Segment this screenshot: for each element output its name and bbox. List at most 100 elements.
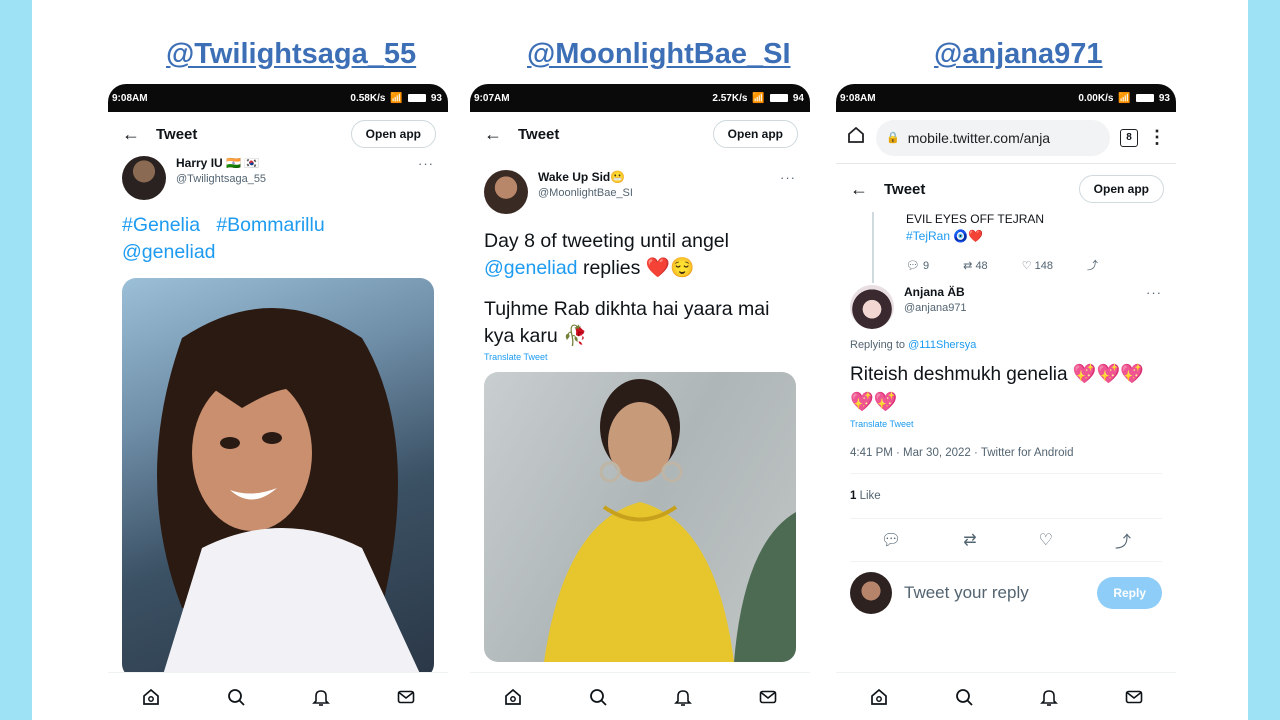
tweet-text: Riteish deshmukh genelia 💖💖💖💖💖 xyxy=(850,364,1144,413)
hashtag-link[interactable]: #TejRan xyxy=(906,229,950,243)
avatar[interactable] xyxy=(850,285,894,329)
reply-input[interactable]: Tweet your reply xyxy=(904,583,1085,603)
header-handle-3: @anjana971 xyxy=(934,38,1103,70)
status-time: 9:08AM xyxy=(112,92,148,104)
mention-link[interactable]: @geneliad xyxy=(122,241,216,263)
like-heart-icon[interactable]: ♡ xyxy=(1039,530,1053,550)
status-time: 9:08AM xyxy=(840,92,876,104)
app-bar-title: Tweet xyxy=(518,125,560,143)
open-app-button[interactable]: Open app xyxy=(1078,175,1164,203)
reply-count: 9 xyxy=(923,259,930,272)
home-icon[interactable] xyxy=(500,684,526,710)
status-icons: 2.57K/s 📶 94 xyxy=(712,93,804,104)
hashtag-link[interactable]: #Bommarillu xyxy=(216,214,324,236)
notifications-bell-icon[interactable] xyxy=(670,684,696,710)
author-username: @Twilightsaga_55 xyxy=(176,173,267,185)
reply-action[interactable]: 💬︎ 9 xyxy=(906,259,929,272)
tweet-text: Day 8 of tweeting until angel @geneliad … xyxy=(470,228,810,282)
parent-tweet-text: EVIL EYES OFF TEJRAN xyxy=(906,212,1045,226)
status-bar: 9:08AM 0.00K/s 📶 93 xyxy=(836,84,1176,112)
retweet-count: 48 xyxy=(975,259,988,272)
home-icon[interactable] xyxy=(138,684,164,710)
header-handle-1: @Twilightsaga_55 xyxy=(166,38,417,70)
bottom-navigation xyxy=(836,672,1176,720)
retweet-icon[interactable]: ⇄ xyxy=(963,530,976,550)
home-icon[interactable] xyxy=(866,684,892,710)
battery-icon xyxy=(1135,94,1154,102)
search-icon[interactable] xyxy=(585,684,611,710)
phone-screenshot-2: 9:07AM 2.57K/s 📶 94 ← Tweet Open app Wak… xyxy=(470,84,810,720)
parent-tweet[interactable]: EVIL EYES OFF TEJRAN #TejRan 🧿❤️ 💬︎ 9 ⇄ … xyxy=(872,212,1176,283)
more-options-icon[interactable]: ··· xyxy=(1146,285,1162,329)
messages-mail-icon[interactable] xyxy=(1121,684,1147,710)
tweet-photo[interactable] xyxy=(122,278,434,678)
back-arrow-icon[interactable]: ← xyxy=(484,124,518,145)
notifications-bell-icon[interactable] xyxy=(1036,684,1062,710)
battery-level: 93 xyxy=(1158,92,1170,104)
hashtag-link[interactable]: #Genelia xyxy=(122,214,200,236)
tabs-count-icon[interactable]: 8 xyxy=(1120,128,1138,147)
avatar[interactable] xyxy=(122,156,166,200)
share-icon[interactable]: ⤴ xyxy=(1087,257,1098,273)
mention-link[interactable]: @geneliad xyxy=(484,257,578,279)
wifi-icon: 📶 xyxy=(390,92,403,104)
messages-mail-icon[interactable] xyxy=(755,684,781,710)
browser-toolbar: 🔒 mobile.twitter.com/anja 8 ⋮ xyxy=(836,112,1176,164)
avatar[interactable] xyxy=(484,170,528,214)
tweet-text-second: Tujhme Rab dikhta hai yaara mai kya karu… xyxy=(484,298,770,347)
share-icon[interactable]: ⤴ xyxy=(1115,528,1131,552)
open-app-button[interactable]: Open app xyxy=(350,120,436,148)
tweet-photo[interactable] xyxy=(484,372,796,662)
open-app-button[interactable]: Open app xyxy=(712,120,798,148)
status-time: 9:07AM xyxy=(474,92,510,104)
messages-mail-icon[interactable] xyxy=(393,684,419,710)
back-arrow-icon[interactable]: ← xyxy=(850,179,884,200)
back-arrow-icon[interactable]: ← xyxy=(122,124,156,145)
retweet-action[interactable]: ⇄ 48 xyxy=(963,259,988,272)
battery-level: 93 xyxy=(430,92,442,104)
url-text: mobile.twitter.com/anja xyxy=(907,129,1051,146)
like-count: 148 xyxy=(1034,259,1053,272)
tweet-app-bar: ← Tweet Open app xyxy=(836,166,1176,212)
like-action[interactable]: ♡ 148 xyxy=(1022,259,1053,272)
author-username: @anjana971 xyxy=(904,302,967,314)
photo-illustration xyxy=(157,308,422,678)
replying-to: Replying to @111Shersya xyxy=(836,339,1176,351)
more-options-icon[interactable]: ··· xyxy=(780,170,796,214)
battery-level: 94 xyxy=(792,92,804,104)
retweet-icon: ⇄ xyxy=(963,259,973,272)
like-heart-icon: ♡ xyxy=(1021,259,1032,272)
browser-menu-icon[interactable]: ⋮ xyxy=(1148,127,1166,148)
tweet-author[interactable]: Wake Up Sid😬 @MoonlightBae_SI ··· xyxy=(470,170,810,214)
mention-link[interactable]: @111Shersya xyxy=(908,339,976,351)
tweet-text: #Genelia #Bommarillu @geneliad xyxy=(108,212,448,266)
translate-tweet-link[interactable]: Translate Tweet xyxy=(836,419,1176,429)
likes-summary[interactable]: 1 Like xyxy=(850,473,1162,518)
tweet-author[interactable]: Anjana ÄB @anjana971 ··· xyxy=(836,285,1176,329)
phone-screenshot-1: 9:08AM 0.58K/s 📶 93 ← Tweet Open app Har… xyxy=(108,84,448,720)
tweet-app-bar: ← Tweet Open app xyxy=(108,112,448,156)
my-avatar xyxy=(850,572,892,614)
reply-composer: Tweet your reply Reply xyxy=(836,562,1176,624)
search-icon[interactable] xyxy=(951,684,977,710)
search-icon[interactable] xyxy=(223,684,249,710)
reply-icon[interactable]: 💬︎ xyxy=(881,530,901,550)
wifi-icon: 📶 xyxy=(1118,92,1131,104)
translate-tweet-link[interactable]: Translate Tweet xyxy=(470,352,810,362)
parent-tweet-tags: #TejRan 🧿❤️ xyxy=(906,229,1176,243)
tweet-actions: 💬︎ ⇄ ♡ ⤴ xyxy=(850,518,1162,562)
tweet-line: replies ❤️😌 xyxy=(577,257,695,279)
tweet-author[interactable]: Harry IU 🇮🇳 🇰🇷 @Twilightsaga_55 ··· xyxy=(108,156,448,200)
more-options-icon[interactable]: ··· xyxy=(418,156,434,200)
status-icons: 0.58K/s 📶 93 xyxy=(350,93,442,104)
status-icons: 0.00K/s 📶 93 xyxy=(1078,93,1170,104)
phone-screenshot-3: 9:08AM 0.00K/s 📶 93 🔒 mobile.twitter.com… xyxy=(836,84,1176,720)
status-bar: 9:08AM 0.58K/s 📶 93 xyxy=(108,84,448,112)
browser-home-icon[interactable] xyxy=(846,125,866,150)
tweet-line: Day 8 of tweeting until angel xyxy=(484,230,729,252)
notifications-bell-icon[interactable] xyxy=(308,684,334,710)
url-bar[interactable]: 🔒 mobile.twitter.com/anja xyxy=(876,119,1110,156)
reply-button[interactable]: Reply xyxy=(1097,577,1162,609)
bottom-navigation xyxy=(108,672,448,720)
lock-icon: 🔒 xyxy=(886,132,900,144)
